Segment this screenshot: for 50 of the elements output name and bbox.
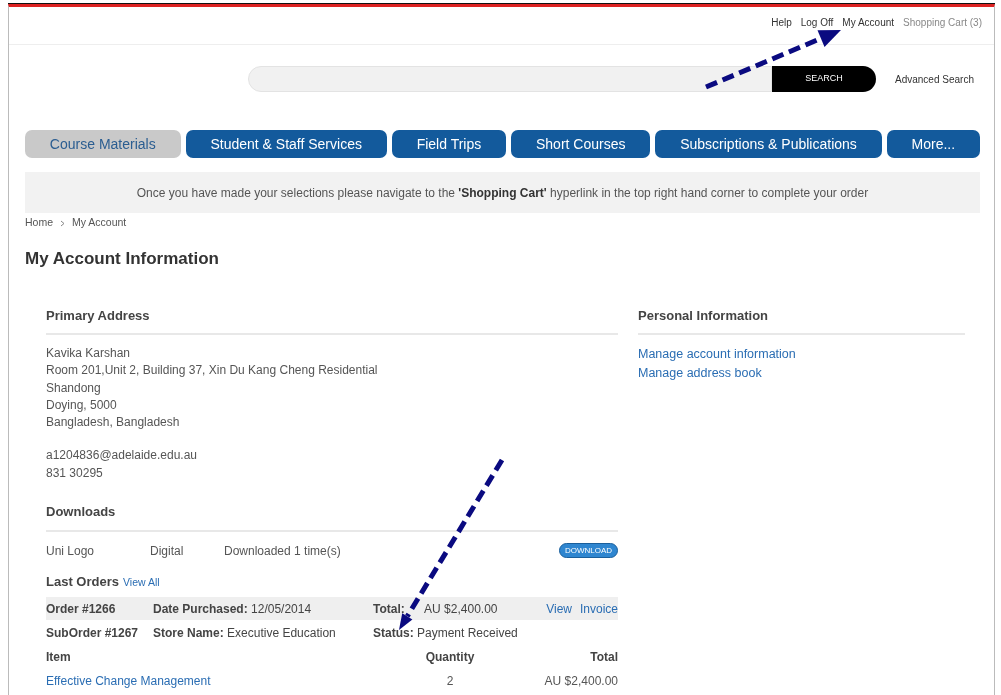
header-link[interactable]: Help	[771, 15, 792, 44]
search-field[interactable]	[248, 66, 772, 92]
breadcrumb-link[interactable]: My Account	[72, 215, 127, 231]
phone-text: 831 30295	[46, 464, 104, 482]
view-all-link[interactable]: View All	[123, 574, 160, 591]
address-line: Room 201,Unit 2, Building 37, Xin Du Kang Cheng Residential	[46, 362, 379, 380]
nav-tab[interactable]: Short Courses	[511, 130, 651, 158]
order-link[interactable]: Invoice	[579, 599, 618, 618]
total-cell-text: AU $2,400.00	[543, 673, 618, 691]
column-header: Total	[589, 649, 618, 667]
order-link[interactable]: View	[546, 599, 572, 618]
nav-tab[interactable]: Student & Staff Services	[185, 130, 387, 158]
order-number: Order #1266	[46, 600, 117, 618]
header-link[interactable]: Shopping Cart (3)	[903, 15, 982, 44]
download-name: Uni Logo	[46, 542, 96, 560]
address-line: Kavika Karshan	[46, 345, 132, 362]
order-date: Date Purchased: 12/05/2014	[153, 600, 313, 618]
column-header: Quantity	[424, 649, 476, 667]
nav-tab[interactable]: Course Materials	[25, 130, 181, 158]
chevron-icon	[60, 219, 65, 227]
order-status: Status: Payment Received	[373, 624, 519, 642]
section-heading: Last Orders	[46, 572, 119, 591]
address-line: Doying, 5000	[46, 396, 118, 414]
order-total: Total: AU $2,400.00	[373, 600, 499, 618]
download-button[interactable]: DOWNLOAD	[558, 543, 618, 559]
notice-text: Once you have made your selections please navigate to the 'Shopping Cart' hyperlink in the top right hand corner to complete your order	[136, 184, 869, 202]
email-text: a1204836@adelaide.edu.au	[46, 447, 198, 465]
download-type: Digital	[150, 542, 185, 560]
quantity-cell-text: 2	[445, 673, 455, 691]
address-line: Shandong	[46, 379, 102, 397]
section-heading: Personal Information	[638, 305, 965, 335]
nav-tab[interactable]: More...	[886, 130, 981, 158]
suborder-number: SubOrder #1267	[46, 624, 140, 642]
account-link[interactable]: Manage account information	[638, 347, 796, 361]
column-header: Item	[46, 649, 72, 667]
nav-tab[interactable]: Subscriptions & Publications	[655, 130, 882, 158]
nav-tab[interactable]: Field Trips	[391, 130, 507, 158]
page-title: My Account Information	[25, 248, 220, 270]
search-button[interactable]: SEARCH	[772, 66, 876, 92]
breadcrumb-link[interactable]: Home	[25, 215, 53, 231]
item-link[interactable]: Effective Change Management	[46, 672, 400, 691]
download-count: Downloaded 1 time(s)	[224, 542, 342, 560]
advanced-search-link[interactable]: Advanced Search	[895, 71, 974, 87]
section-heading: Primary Address	[46, 305, 618, 335]
header-link[interactable]: Log Off	[800, 15, 834, 44]
header-link[interactable]: My Account	[842, 15, 895, 44]
store-name: Store Name: Executive Education	[153, 624, 337, 642]
address-line: Bangladesh, Bangladesh	[46, 414, 181, 432]
section-heading: Downloads	[46, 502, 618, 532]
account-link[interactable]: Manage address book	[638, 366, 762, 380]
